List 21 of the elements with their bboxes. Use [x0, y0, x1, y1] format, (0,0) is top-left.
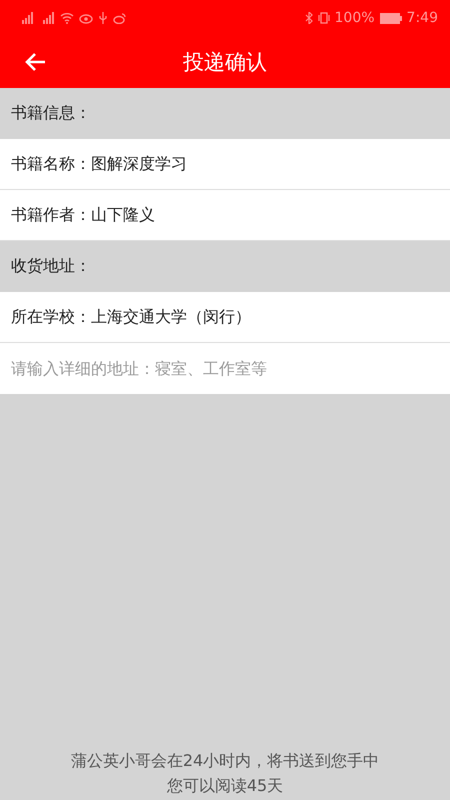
back-arrow-icon[interactable] — [24, 52, 46, 72]
footer-note: 蒲公英小哥会在24小时内，将书送到您手中 — [70, 751, 380, 772]
clock: 7:49 — [406, 10, 438, 26]
battery-percent: 100% — [334, 10, 375, 26]
bluetooth-icon — [304, 12, 313, 24]
field-label: 书籍名称： — [11, 154, 91, 174]
field-label: 所在学校： — [11, 306, 91, 328]
field-value: 图解深度学习 — [91, 154, 187, 174]
footer-note: 您可以阅读45天 — [166, 776, 284, 797]
usb-icon — [98, 12, 108, 24]
field-value: 上海交通大学（闵行） — [91, 306, 251, 328]
eye-icon — [79, 12, 93, 24]
page-title: 投递确认 — [183, 49, 267, 76]
field-label: 书籍作者： — [11, 204, 91, 226]
field-value: 山下隆义 — [91, 204, 155, 226]
section-heading: 书籍信息： — [11, 103, 91, 124]
wifi-icon — [60, 12, 74, 24]
section-heading: 收货地址： — [11, 256, 91, 277]
address-input[interactable]: 请输入详细的地址：寝室、工作室等 — [0, 343, 450, 394]
vibrate-icon — [318, 12, 330, 24]
battery-icon — [380, 12, 402, 24]
